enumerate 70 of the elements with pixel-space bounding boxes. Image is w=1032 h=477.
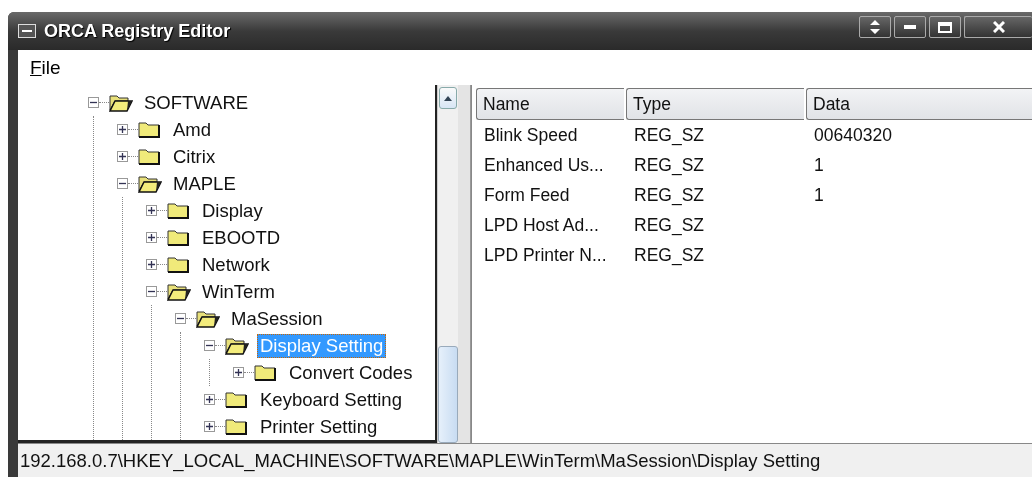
column-header[interactable]: Type	[626, 88, 804, 120]
table-cell-text: 1	[813, 154, 825, 176]
collapse-toggle[interactable]	[117, 178, 128, 189]
tree-item[interactable]: Display	[199, 198, 266, 223]
open-folder-icon	[109, 93, 133, 112]
minimize-icon	[904, 25, 916, 29]
collapse-toggle[interactable]	[146, 286, 157, 297]
folder-icon	[225, 390, 249, 409]
system-menu-icon[interactable]	[18, 24, 36, 38]
column-header[interactable]: Data	[806, 88, 1032, 120]
folder-icon	[167, 228, 191, 247]
tree-item[interactable]: EBOOTD	[199, 225, 284, 250]
table-cell-text: Blink Speed	[483, 124, 579, 146]
up-arrow-icon	[444, 95, 452, 101]
scrollbar[interactable]	[437, 85, 458, 443]
scroll-up-button[interactable]	[439, 87, 457, 109]
tree-item[interactable]: MaSession	[228, 306, 326, 331]
expand-toggle[interactable]	[204, 394, 215, 405]
open-folder-icon	[225, 336, 249, 355]
folder-icon	[138, 120, 162, 139]
tree-item[interactable]: WinTerm	[199, 279, 278, 304]
table-cell-text: Form Feed	[483, 184, 571, 206]
tree-item[interactable]: Keyboard Setting	[257, 387, 405, 412]
tree-item[interactable]: Citrix	[170, 144, 219, 169]
expand-toggle[interactable]	[117, 151, 128, 162]
open-folder-icon	[196, 309, 220, 328]
table-cell-text: LPD Host Ad...	[483, 214, 600, 236]
table-cell-text: REG_SZ	[633, 154, 706, 176]
collapse-toggle[interactable]	[204, 340, 215, 351]
minimize-button[interactable]	[894, 16, 926, 38]
status-path: 192.168.0.7\HKEY_LOCAL_MACHINE\SOFTWARE\MAPLE\WinTerm\MaSession\Display Setting	[20, 449, 821, 472]
collapse-toggle[interactable]	[88, 97, 99, 108]
table-cell-text: 00640320	[813, 124, 893, 146]
folder-icon	[138, 147, 162, 166]
table-cell-text: REG_SZ	[633, 124, 706, 146]
expand-toggle[interactable]	[146, 259, 157, 270]
window-title: ORCA Registry Editor	[44, 20, 232, 42]
tree-item[interactable]: Printer Setting	[257, 414, 381, 439]
table-cell-text: Enhanced Us...	[483, 154, 605, 176]
folder-icon	[167, 201, 191, 220]
close-icon	[992, 21, 1005, 33]
tree-item[interactable]: Amd	[170, 117, 215, 142]
folder-icon	[167, 255, 191, 274]
maximize-button[interactable]	[929, 16, 961, 38]
expand-toggle[interactable]	[117, 124, 128, 135]
table-cell-text: 1	[813, 184, 825, 206]
expand-toggle[interactable]	[146, 205, 157, 216]
tree-item[interactable]: MAPLE	[170, 171, 239, 196]
table-cell-text: REG_SZ	[633, 244, 706, 266]
close-button[interactable]	[964, 16, 1032, 38]
table-cell-text: REG_SZ	[633, 184, 706, 206]
menu-item[interactable]: File	[26, 56, 65, 79]
expand-toggle[interactable]	[204, 421, 215, 432]
up-down-arrow-icon	[870, 20, 880, 34]
expand-toggle[interactable]	[146, 232, 157, 243]
scroll-thumb[interactable]	[438, 346, 458, 443]
open-folder-icon	[138, 174, 162, 193]
folder-icon	[254, 363, 278, 382]
table-cell-text: LPD Printer N...	[483, 244, 608, 266]
scroll-button[interactable]	[859, 16, 891, 38]
column-header[interactable]: Name	[476, 88, 624, 120]
table-cell-text: REG_SZ	[633, 214, 706, 236]
expand-toggle[interactable]	[233, 367, 244, 378]
folder-icon	[225, 417, 249, 436]
tree-item[interactable]: SOFTWARE	[141, 90, 252, 115]
tree-item[interactable]: Network	[199, 252, 273, 277]
tree-item[interactable]: Convert Codes	[286, 360, 416, 385]
maximize-icon	[938, 21, 952, 33]
collapse-toggle[interactable]	[175, 313, 186, 324]
open-folder-icon	[167, 282, 191, 301]
